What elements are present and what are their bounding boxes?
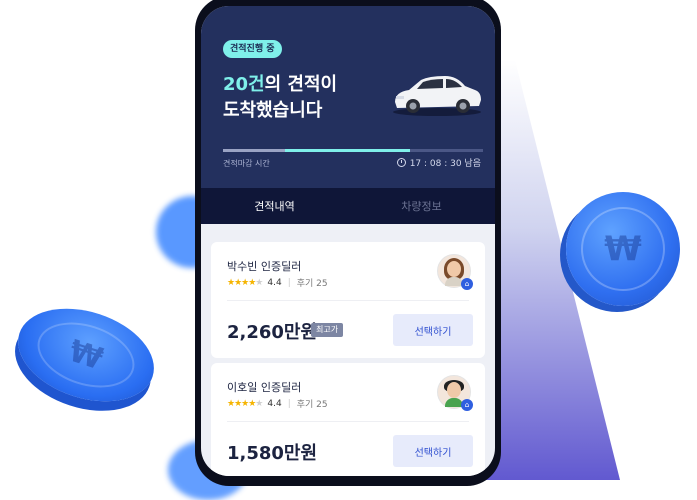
divider (227, 421, 469, 422)
quote-card: 이호일 인증딜러 ★★★★★ 4.4 | 후기 25 ⌂ 1,580만원 선택하… (211, 363, 485, 476)
rating-score: 4.4 (267, 277, 282, 288)
quote-count: 20건 (223, 74, 265, 95)
car-image (393, 76, 481, 116)
rating-score: 4.4 (267, 398, 282, 409)
won-coin-icon: ₩ (566, 192, 680, 306)
deadline-timer: 17 : 08 : 30 남음 (396, 156, 481, 169)
won-coin-icon: ₩ (6, 292, 166, 418)
quote-card: 박수빈 인증딜러 ★★★★★ 4.4 | 후기 25 ⌂ 2,260만원 최고가… (211, 242, 485, 358)
highest-price-badge: 최고가 (311, 323, 344, 337)
review-count: 후기 25 (296, 279, 328, 289)
tab-bar: 견적내역 차량정보 (201, 188, 495, 224)
headline-line1: 의 견적이 (264, 74, 338, 95)
dealer-name: 이호일 인증딜러 (227, 381, 302, 394)
quote-price: 1,580만원 (227, 443, 318, 464)
divider (227, 300, 469, 301)
dealer-rating: ★★★★★ 4.4 | 후기 25 (227, 398, 328, 411)
remaining-time: 17 : 08 : 30 남음 (409, 159, 481, 169)
status-badge: 견적진행 중 (223, 40, 282, 58)
tab-quote-history[interactable]: 견적내역 (201, 188, 348, 224)
star-rating-icon: ★★★★★ (227, 398, 263, 409)
phone-screen: 견적진행 중 20건의 견적이 도착했습니다 견적마감 시간 17: 08:… (201, 6, 495, 476)
phone-frame: 견적진행 중 20건의 견적이 도착했습니다 견적마감 시간 17: 08:… (195, 0, 501, 486)
quote-price: 2,260만원 (227, 322, 318, 343)
headline-line2: 도착했습니다 (223, 100, 323, 121)
tab-vehicle-info[interactable]: 차량정보 (348, 188, 495, 224)
select-button[interactable]: 선택하기 (393, 314, 473, 346)
dealer-name: 박수빈 인증딜러 (227, 260, 302, 273)
home-badge-icon: ⌂ (461, 278, 473, 290)
avatar: ⌂ (437, 375, 473, 411)
dealer-rating: ★★★★★ 4.4 | 후기 25 (227, 277, 328, 290)
avatar: ⌂ (437, 254, 473, 290)
headline: 20건의 견적이 도착했습니다 (223, 72, 337, 124)
select-button[interactable]: 선택하기 (393, 435, 473, 467)
star-rating-icon: ★★★★★ (227, 277, 263, 288)
clock-icon (396, 158, 406, 167)
quote-hero: 견적진행 중 20건의 견적이 도착했습니다 견적마감 시간 17: 08:… (201, 6, 495, 188)
review-count: 후기 25 (296, 400, 328, 410)
deadline-progress-bar (223, 149, 483, 152)
home-badge-icon: ⌂ (461, 399, 473, 411)
deadline-progress-elapsed (223, 149, 285, 152)
deadline-label: 견적마감 시간 (223, 159, 270, 168)
